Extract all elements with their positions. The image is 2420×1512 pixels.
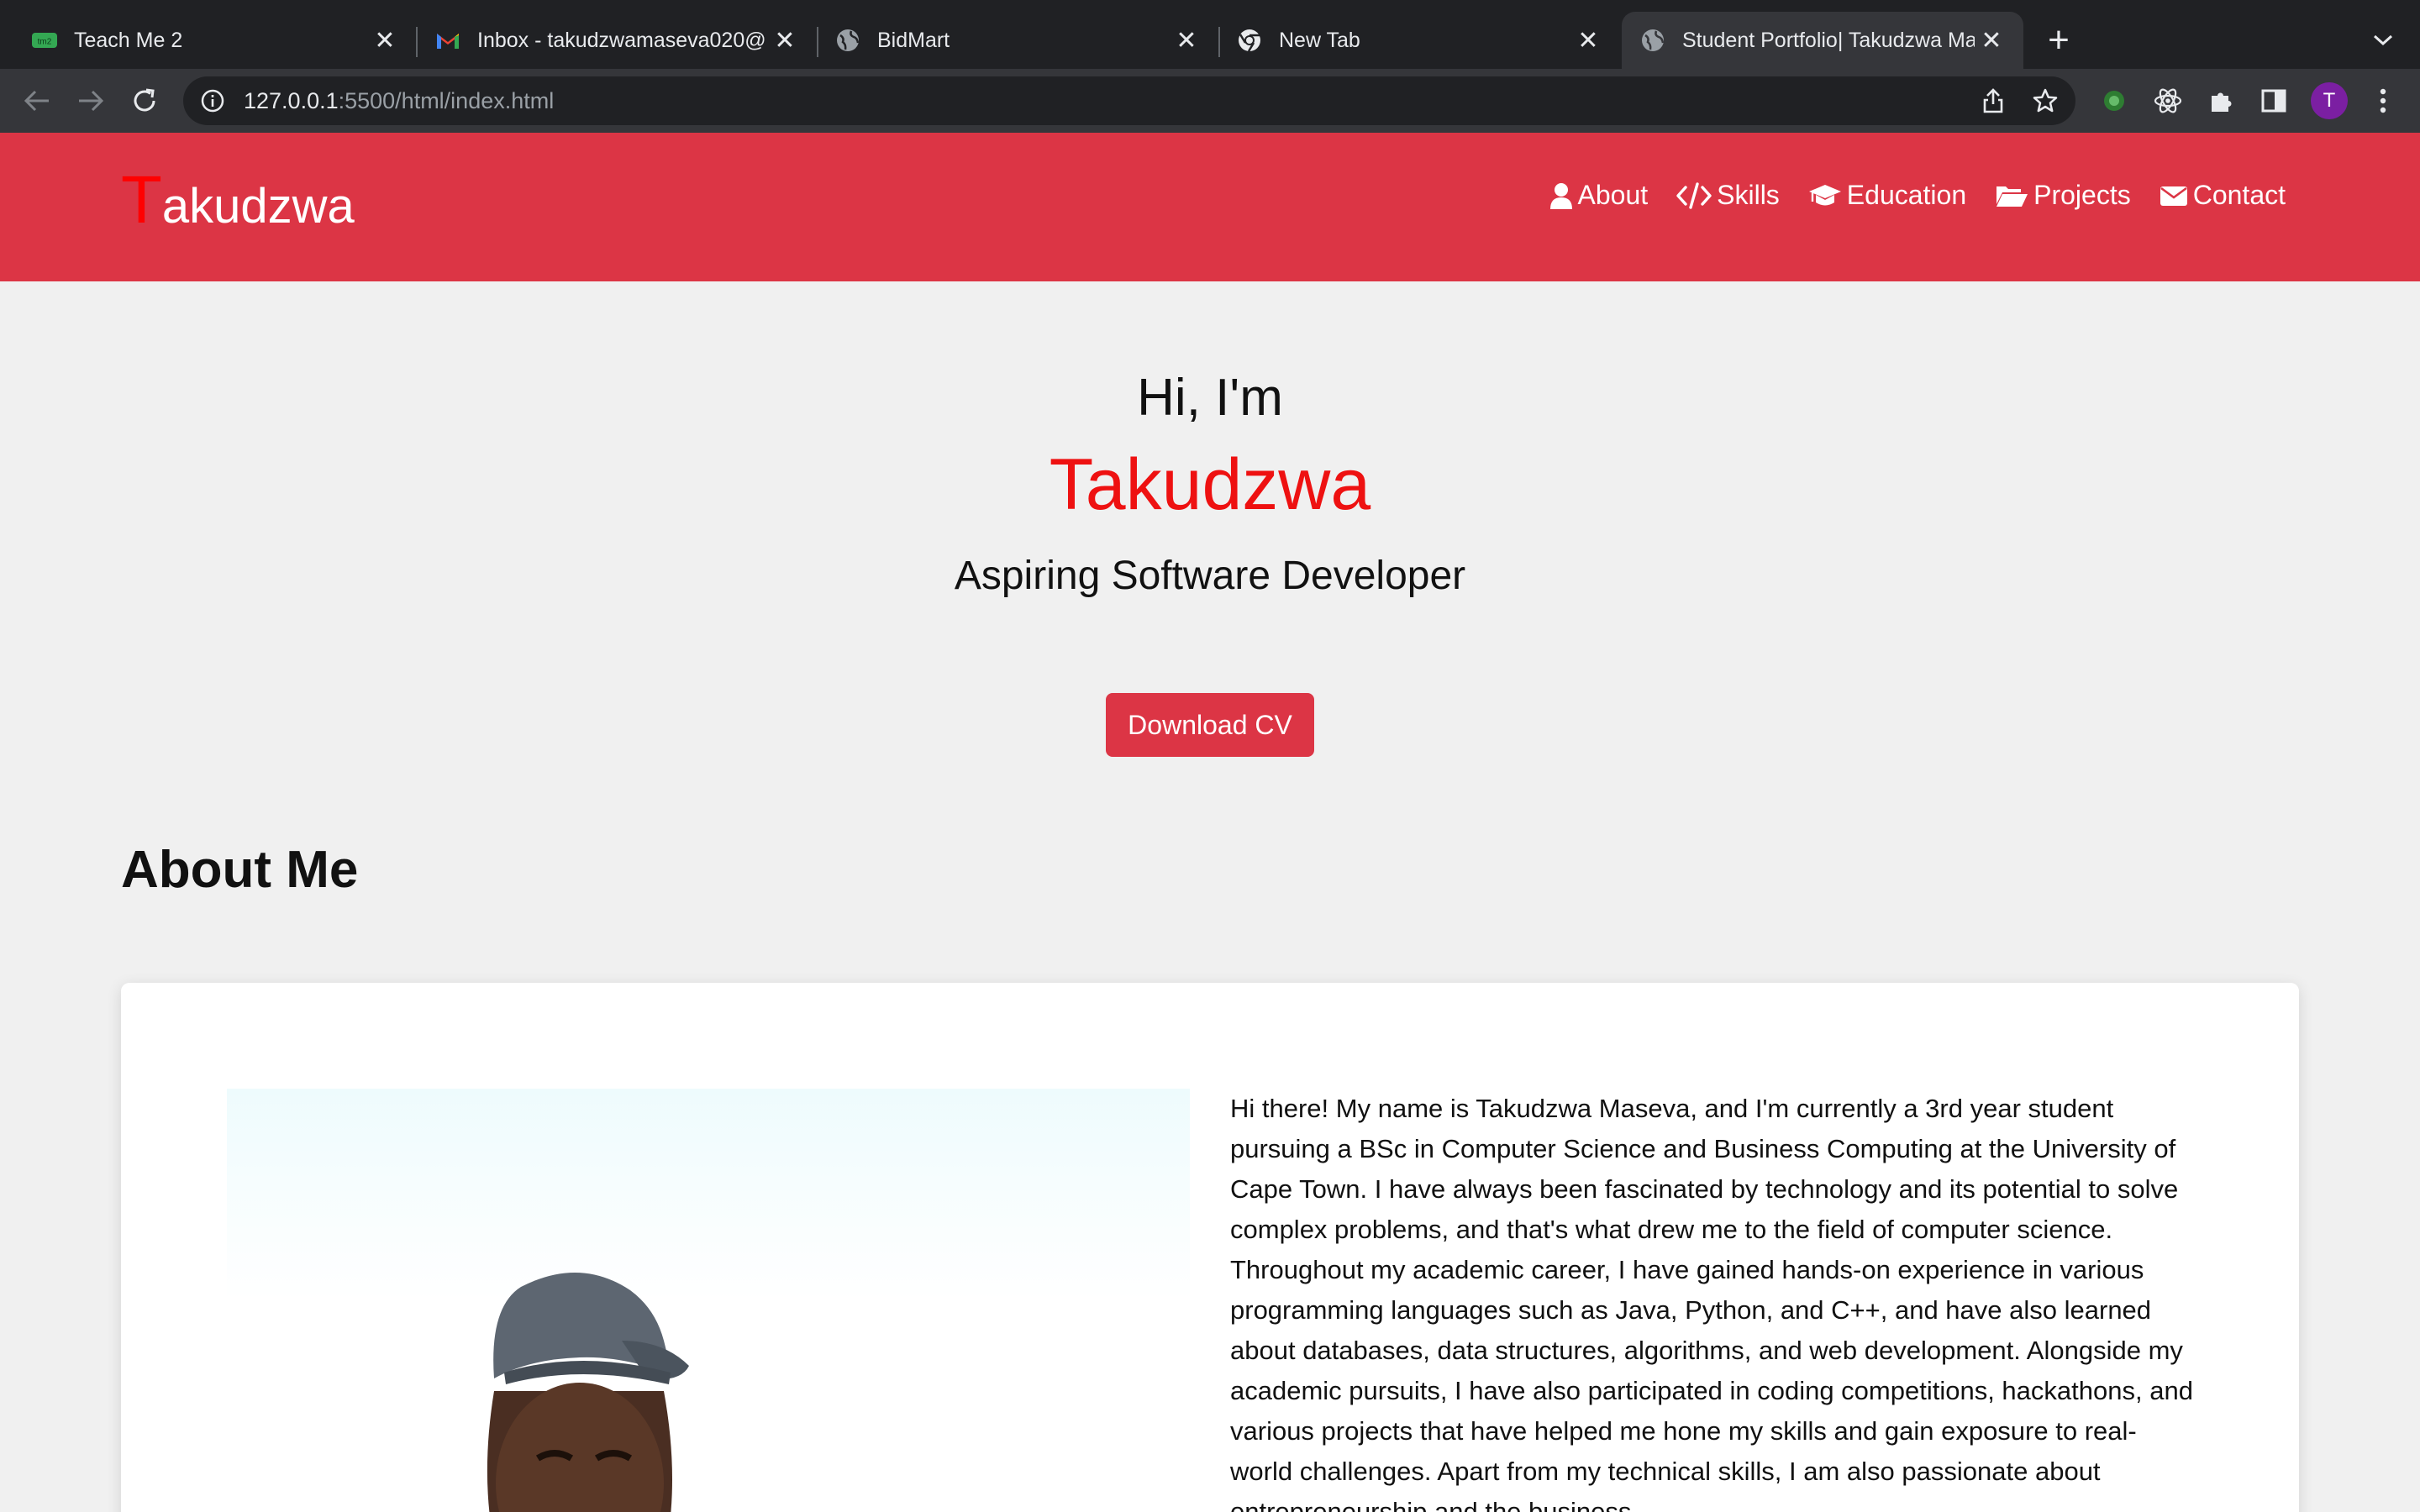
about-card: Hi there! My name is Takudzwa Maseva, an… <box>121 983 2299 1512</box>
main-nav: About Skills Education Projects Contact <box>1549 180 2286 211</box>
download-cv-button[interactable]: Download CV <box>1106 693 1314 757</box>
side-panel-icon[interactable] <box>2257 84 2291 118</box>
tab-title: New Tab <box>1279 28 1360 52</box>
nav-link-skills[interactable]: Skills <box>1676 180 1780 211</box>
site-logo[interactable]: Takudzwa <box>121 166 355 234</box>
forward-arrow-icon[interactable] <box>72 82 109 119</box>
extension-green-icon[interactable] <box>2097 84 2131 118</box>
browser-toolbar: 127.0.0.1:5500/html/index.html T <box>0 69 2420 133</box>
browser-tab-teach-me[interactable]: tm2 Teach Me 2 ✕ <box>0 12 417 69</box>
url-text: 127.0.0.1:5500/html/index.html <box>244 87 555 113</box>
envelope-icon <box>2160 186 2187 206</box>
nav-link-education[interactable]: Education <box>1808 180 1966 211</box>
tab-close-icon[interactable]: ✕ <box>1170 24 1203 57</box>
hero-role: Aspiring Software Developer <box>954 554 1466 598</box>
address-bar[interactable]: 127.0.0.1:5500/html/index.html <box>183 76 2075 125</box>
site-info-icon[interactable] <box>198 87 227 115</box>
folder-open-icon <box>1996 186 2028 207</box>
user-icon <box>1549 182 1572 209</box>
bookmark-star-icon[interactable] <box>2030 86 2060 116</box>
tab-title: Teach Me 2 <box>74 28 183 52</box>
about-heading: About Me <box>121 841 359 899</box>
back-arrow-icon[interactable] <box>18 82 55 119</box>
kebab-menu-icon[interactable] <box>2366 84 2400 118</box>
browser-tab-new-tab[interactable]: New Tab ✕ <box>1218 12 1620 69</box>
tab-close-icon[interactable]: ✕ <box>1975 24 2008 57</box>
tab-title: Student Portfolio| Takudzwa Ma <box>1682 28 1975 52</box>
tab-title: Inbox - takudzwamaseva020@ <box>477 28 766 52</box>
new-tab-button[interactable]: + <box>2040 22 2077 60</box>
chrome-icon <box>1237 28 1262 53</box>
code-icon <box>1676 181 1712 209</box>
about-paragraph: Hi there! My name is Takudzwa Maseva, an… <box>1230 1094 2193 1512</box>
share-icon[interactable] <box>1978 86 2008 116</box>
tab-search-chevron-icon[interactable] <box>2368 25 2398 55</box>
browser-tab-student-portfolio[interactable]: Student Portfolio| Takudzwa Ma ✕ <box>1622 12 2023 69</box>
graduation-cap-icon <box>1808 184 1841 205</box>
tm2-icon: tm2 <box>32 28 57 53</box>
reload-icon[interactable] <box>126 82 163 119</box>
person-photo-illustration <box>487 1272 689 1512</box>
gmail-icon <box>435 28 460 53</box>
browser-tab-strip: tm2 Teach Me 2 ✕ Inbox - takudzwamaseva0… <box>0 0 2420 69</box>
react-devtools-icon[interactable] <box>2151 84 2185 118</box>
tab-close-icon[interactable]: ✕ <box>1571 24 1605 57</box>
nav-link-projects[interactable]: Projects <box>1995 180 2131 211</box>
hero-greeting: Hi, I'm <box>1137 369 1283 427</box>
page-viewport: Takudzwa About Skills Education Projects… <box>0 133 2420 1512</box>
nav-link-contact[interactable]: Contact <box>2160 180 2286 211</box>
tab-title: BidMart <box>877 28 950 52</box>
site-header: Takudzwa About Skills Education Projects… <box>0 133 2420 281</box>
globe-icon <box>835 28 860 53</box>
nav-link-about[interactable]: About <box>1549 180 1648 211</box>
profile-avatar[interactable]: T <box>2311 82 2348 119</box>
extensions-puzzle-icon[interactable] <box>2205 84 2238 118</box>
browser-tab-bidmart[interactable]: BidMart ✕ <box>817 12 1218 69</box>
tab-close-icon[interactable]: ✕ <box>368 24 402 57</box>
browser-tab-inbox[interactable]: Inbox - takudzwamaseva020@ ✕ <box>417 12 817 69</box>
profile-photo <box>227 1089 1190 1512</box>
tab-close-icon[interactable]: ✕ <box>768 24 802 57</box>
globe-icon <box>1640 28 1665 53</box>
hero-name: Takudzwa <box>1049 444 1371 525</box>
svg-text:tm2: tm2 <box>38 38 52 47</box>
